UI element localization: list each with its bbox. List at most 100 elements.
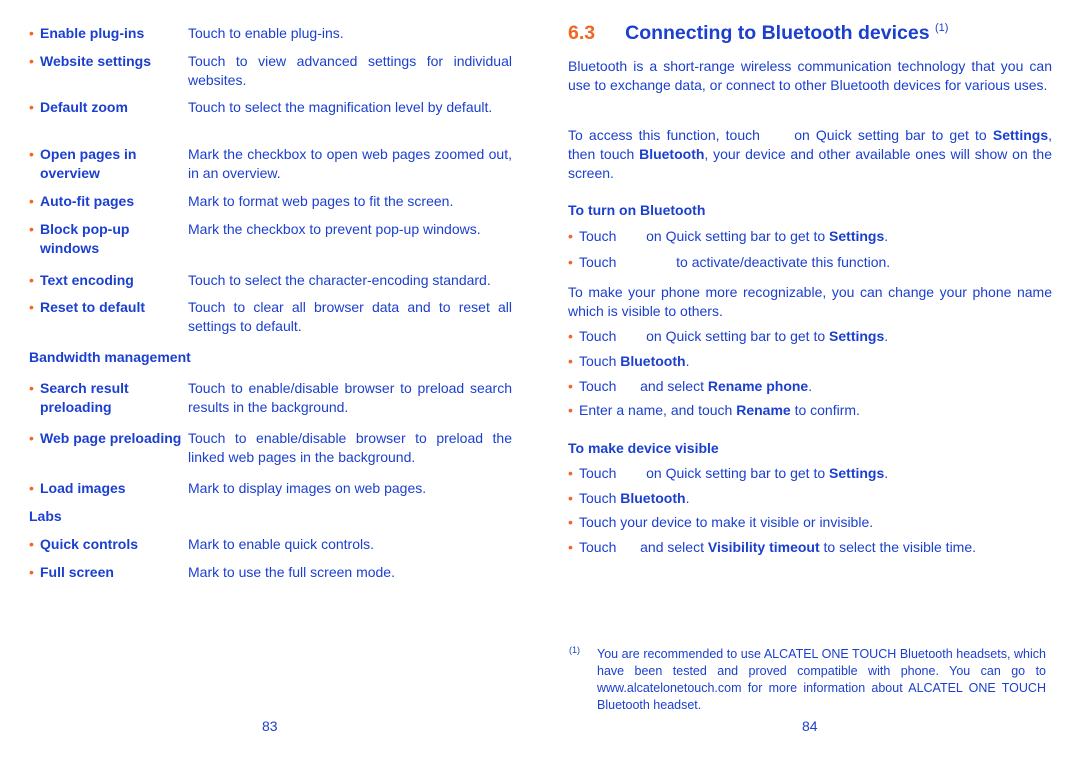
bullet-icon: • [568,353,573,369]
footnote: You are recommended to use ALCATEL ONE T… [597,647,1046,712]
bullet-icon: • [29,53,34,69]
bold-term: Rename phone [707,378,809,394]
bullet-text: Enter a name, and touch Rename to confir… [579,401,1052,420]
bullet-icon: • [568,539,573,555]
text-run: Touch your device to make it visible or … [579,514,874,530]
setting-label: Default zoom [40,99,128,115]
setting-description: Mark to use the full screen mode. [188,564,395,580]
bullet-item: • Touch on Quick setting bar to get to Se… [568,464,1052,483]
setting-label: Web page preloading [40,430,182,446]
setting-description: Touch to clear all browser data and to r… [188,299,512,334]
bold-term: Rename [736,402,791,418]
bullet-item: • Touch your device to make it visible or… [568,513,1052,532]
bold-term: Bluetooth [620,353,686,369]
bullet-icon: • [29,536,34,552]
page-number-right: 84 [802,718,818,734]
bullet-icon: • [568,514,573,530]
bullet-item: • Enter a name, and touch Rename to confi… [568,401,1052,420]
text-run: Enter a name, and touch [579,402,737,418]
setting-description: Mark the checkbox to open web pages zoom… [188,146,512,181]
bullet-icon: • [568,228,573,244]
bullet-icon: • [29,221,34,237]
setting-description: Mark to enable quick controls. [188,536,374,552]
setting-label: Quick controls [40,536,139,552]
bold-term: Settings [992,127,1049,143]
bullet-text: Touch Bluetooth. [579,352,1052,371]
setting-description: Mark to display images on web pages. [188,480,427,496]
setting-label: Load images [40,480,126,496]
bold-term: Settings [829,328,885,344]
setting-label: Block pop-up windows [40,221,130,256]
subheading: To make device visible [568,439,719,458]
bullet-text: Touch on Quick setting bar to get to Set… [579,327,1052,346]
bullet-icon: • [568,402,573,418]
section-title: Connecting to Bluetooth devices [625,22,930,44]
setting-description: Touch to select the magnification level … [188,99,493,115]
footnote-marker: (1) [569,645,580,655]
bullet-text: Touch Bluetooth. [579,489,1052,508]
paragraph: To access this function, touch on Quick … [568,126,1052,183]
setting-description: Mark to format web pages to fit the scre… [188,193,454,209]
bullet-text: Touch and select Rename phone. [579,377,1052,396]
bullet-icon: • [568,328,573,344]
setting-description: Touch to view advanced settings for indi… [188,53,512,88]
text-run: . [808,378,813,394]
text-run: Touch [579,539,621,555]
text-run: To access this function, touch [568,127,767,143]
bullet-icon: • [568,490,573,506]
text-run: Touch [579,328,621,344]
text-run: Touch [579,378,621,394]
bullet-text: Touch your device to make it visible or … [579,513,1052,532]
bullet-text: Touch and select Visibility timeout to s… [579,538,1052,557]
setting-label: Search result preloading [40,380,129,415]
bold-term: Bluetooth [620,490,686,506]
text-run: . [884,328,889,344]
text-run: and select [636,378,708,394]
text-run: to select the visible time. [819,539,977,555]
text-run: and select [636,539,708,555]
setting-label: Website settings [40,53,151,69]
setting-description: Touch to enable/disable browser to prelo… [188,430,512,465]
bullet-icon: • [29,272,34,288]
bullet-item: • Touch on Quick setting bar to get to Se… [568,227,1052,246]
setting-description: Touch to enable/disable browser to prelo… [188,380,512,415]
text-run: Touch [579,490,621,506]
bullet-item: • Touch Bluetooth. [568,489,1052,508]
paragraph: To make your phone more recognizable, yo… [568,283,1052,321]
text-run: . [685,353,690,369]
bullet-icon: • [29,299,34,315]
setting-label: Open pages in overview [40,146,137,181]
bullet-icon: • [29,380,34,396]
setting-label: Full screen [40,564,114,580]
text-run: Bluetooth is a short-range wireless comm… [568,58,1052,93]
bullet-icon: • [29,146,34,162]
bullet-icon: • [29,430,34,446]
setting-label: Reset to default [40,299,146,315]
bullet-icon: • [568,378,573,394]
text-run: on Quick setting bar to get to [642,328,830,344]
setting-label: Enable plug-ins [40,25,145,41]
subheading: To turn on Bluetooth [568,201,705,220]
text-run: Touch [579,465,621,481]
text-run: on Quick setting bar to get to [642,465,830,481]
subheading: Bandwidth management [29,349,191,365]
setting-description: Touch to select the character-encoding s… [188,272,491,288]
section-heading: 6.3 Connecting to Bluetooth devices (1) [568,22,948,45]
bold-term: Bluetooth [639,146,705,162]
text-run: on Quick setting bar to get to [642,228,830,244]
text-run: To turn on Bluetooth [568,202,706,218]
bold-term: Settings [829,465,885,481]
bullet-icon: • [568,465,573,481]
bullet-item: • Touch to activate/deactivate this funct… [568,253,1052,272]
bullet-item: • Touch and select Visibility timeout to … [568,538,1052,557]
bullet-icon: • [29,564,34,580]
bullet-icon: • [568,254,573,270]
bullet-item: • Touch on Quick setting bar to get to Se… [568,327,1052,346]
bullet-icon: • [29,193,34,209]
text-run: to confirm. [790,402,860,418]
text-run: To make your phone more recognizable, yo… [568,284,1052,319]
text-run: to activate/deactivate this function. [672,254,891,270]
setting-description: Mark the checkbox to prevent pop-up wind… [188,221,481,237]
bullet-text: Touch to activate/deactivate this functi… [579,253,1052,272]
bullet-icon: • [29,25,34,41]
